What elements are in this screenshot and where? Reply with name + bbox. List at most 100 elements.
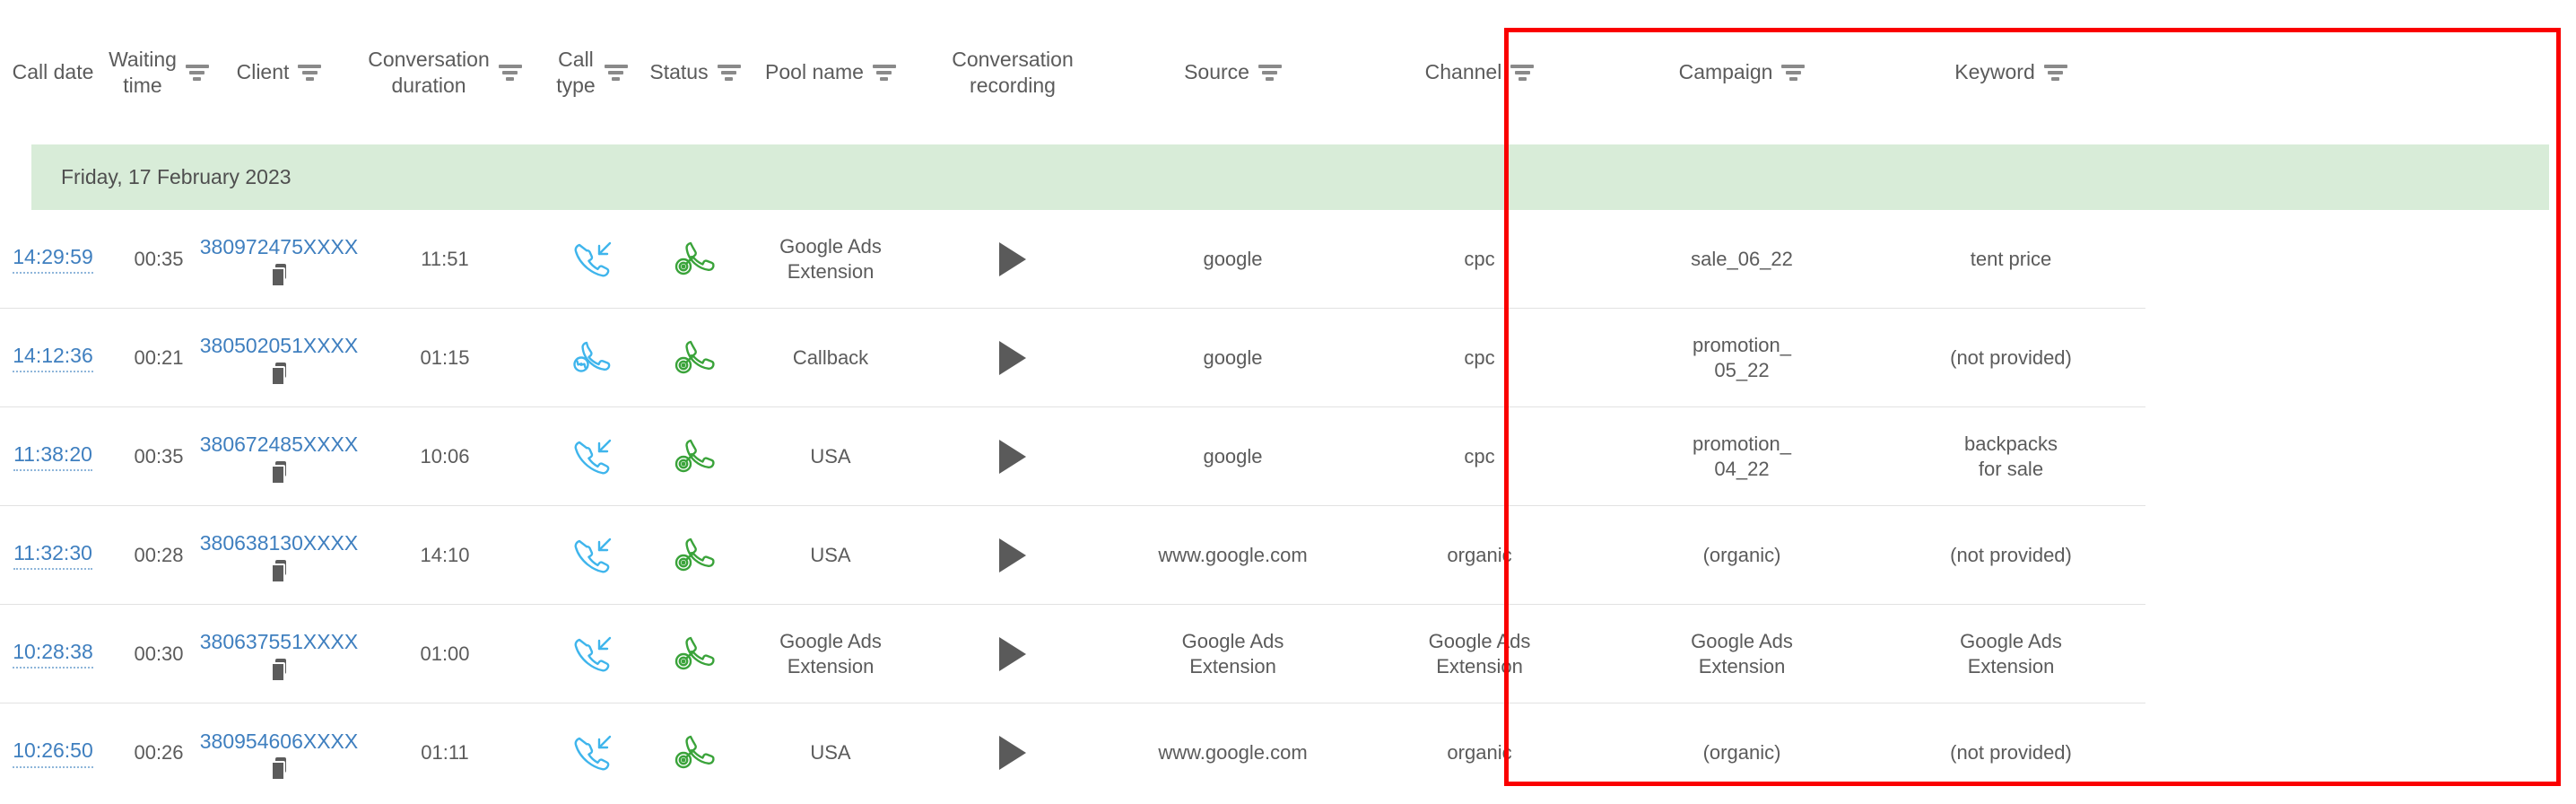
column-header-label: Pool name bbox=[765, 60, 864, 84]
filter-icon[interactable] bbox=[498, 64, 522, 81]
call-date-link[interactable]: 14:12:36 bbox=[13, 343, 93, 373]
filter-icon[interactable] bbox=[185, 64, 209, 81]
cell-source: www.google.com bbox=[1114, 704, 1352, 802]
call-date-link[interactable]: 14:29:59 bbox=[13, 244, 93, 275]
column-header-call_date[interactable]: Call date bbox=[0, 0, 106, 144]
cell-text: (not provided) bbox=[1950, 741, 2072, 765]
column-header-conversation_recording[interactable]: Conversation recording bbox=[911, 0, 1114, 144]
client-phone-number[interactable]: 380638130XXXX bbox=[200, 530, 359, 556]
column-header-label: Call type bbox=[556, 48, 596, 97]
cell-call_date: 10:26:50 bbox=[0, 704, 106, 802]
copy-icon[interactable] bbox=[271, 757, 287, 782]
cell-status bbox=[640, 506, 750, 605]
column-header-pool_name[interactable]: Pool name bbox=[750, 0, 911, 144]
play-recording-button[interactable] bbox=[999, 439, 1026, 474]
call-date-link[interactable]: 10:26:50 bbox=[13, 738, 93, 768]
cell-text: (not provided) bbox=[1950, 345, 2072, 369]
cell-text: Google Ads Extension bbox=[1691, 630, 1793, 677]
call-log-table-screen: Call date Waiting time Client Conversation … bbox=[0, 0, 2576, 804]
cell-conversation_recording[interactable] bbox=[911, 407, 1114, 506]
callback-call-icon bbox=[573, 341, 611, 372]
client-phone-number[interactable]: 380637551XXXX bbox=[200, 629, 359, 655]
copy-icon[interactable] bbox=[271, 362, 287, 386]
cell-text: google bbox=[1203, 345, 1263, 369]
call-date-link[interactable]: 10:28:38 bbox=[13, 639, 93, 669]
cell-channel: cpc bbox=[1352, 407, 1607, 506]
client-phone-number[interactable]: 380502051XXXX bbox=[200, 333, 359, 359]
play-recording-button[interactable] bbox=[999, 340, 1026, 375]
filter-icon[interactable] bbox=[1781, 64, 1806, 81]
cell-status bbox=[640, 407, 750, 506]
cell-text: organic bbox=[1447, 543, 1512, 566]
incoming-call-icon bbox=[574, 241, 612, 276]
filter-icon[interactable] bbox=[604, 64, 628, 81]
filter-icon[interactable] bbox=[717, 64, 741, 81]
cell-conversation_recording[interactable] bbox=[911, 506, 1114, 605]
cell-text: 00:35 bbox=[134, 247, 184, 270]
cell-text: promotion_ 04_22 bbox=[1692, 433, 1792, 480]
cell-text: cpc bbox=[1464, 444, 1495, 468]
cell-conversation_recording[interactable] bbox=[911, 309, 1114, 407]
cell-text: Google Ads Extension bbox=[1181, 630, 1284, 677]
column-header-waiting_time[interactable]: Waiting time bbox=[106, 0, 212, 144]
cell-client: 380672485XXXX bbox=[200, 407, 358, 506]
cell-waiting_time: 00:30 bbox=[106, 605, 212, 704]
cell-source: Google Ads Extension bbox=[1114, 605, 1352, 704]
play-recording-button[interactable] bbox=[999, 636, 1026, 671]
call-date-link[interactable]: 11:38:20 bbox=[13, 441, 92, 472]
copy-icon[interactable] bbox=[271, 658, 287, 682]
column-header-label: Client bbox=[236, 60, 290, 84]
client-phone-number[interactable]: 380672485XXXX bbox=[200, 432, 359, 458]
play-recording-button[interactable] bbox=[999, 736, 1026, 770]
cell-conversation_recording[interactable] bbox=[911, 210, 1114, 309]
cell-text: Google Ads Extension bbox=[779, 630, 882, 677]
column-header-label: Conversation recording bbox=[952, 48, 1074, 97]
cell-text: (organic) bbox=[1702, 741, 1781, 765]
column-header-status[interactable]: Status bbox=[640, 0, 750, 144]
filter-icon[interactable] bbox=[2043, 64, 2067, 81]
cell-text: (organic) bbox=[1702, 543, 1781, 566]
filter-icon[interactable] bbox=[1510, 64, 1535, 81]
cell-campaign: sale_06_22 bbox=[1607, 210, 1876, 309]
copy-icon[interactable] bbox=[271, 263, 287, 287]
cell-client: 380954606XXXX bbox=[200, 704, 358, 802]
filter-icon[interactable] bbox=[298, 64, 322, 81]
copy-icon[interactable] bbox=[271, 460, 287, 485]
cell-waiting_time: 00:28 bbox=[106, 506, 212, 605]
column-header-conversation_duration[interactable]: Conversation duration bbox=[346, 0, 544, 144]
call-date-link[interactable]: 11:32:30 bbox=[13, 540, 92, 571]
cell-call_type bbox=[544, 704, 640, 802]
client-phone-number[interactable]: 380972475XXXX bbox=[200, 234, 359, 260]
column-header-client[interactable]: Client bbox=[212, 0, 346, 144]
play-recording-button[interactable] bbox=[999, 241, 1026, 276]
cell-call_date: 14:12:36 bbox=[0, 309, 106, 407]
client-phone-number[interactable]: 380954606XXXX bbox=[200, 729, 359, 755]
cell-status bbox=[640, 309, 750, 407]
cell-waiting_time: 00:35 bbox=[106, 210, 212, 309]
cell-call_type bbox=[544, 309, 640, 407]
incoming-call-icon bbox=[574, 735, 612, 771]
filter-icon[interactable] bbox=[872, 64, 896, 81]
cell-source: www.google.com bbox=[1114, 506, 1352, 605]
cell-conversation_duration: 10:06 bbox=[346, 407, 544, 506]
cell-text: USA bbox=[810, 444, 851, 468]
target-call-status-icon bbox=[674, 537, 715, 571]
column-header-source[interactable]: Source bbox=[1114, 0, 1352, 144]
play-recording-button[interactable] bbox=[999, 537, 1026, 572]
filter-icon[interactable] bbox=[1258, 64, 1282, 81]
copy-icon[interactable] bbox=[271, 559, 287, 583]
incoming-call-icon bbox=[574, 537, 612, 572]
column-header-channel[interactable]: Channel bbox=[1352, 0, 1607, 144]
cell-conversation_duration: 01:15 bbox=[346, 309, 544, 407]
column-header-keyword[interactable]: Keyword bbox=[1876, 0, 2145, 144]
cell-text: 01:00 bbox=[420, 642, 470, 665]
cell-text: 00:28 bbox=[134, 543, 184, 566]
column-header-campaign[interactable]: Campaign bbox=[1607, 0, 1876, 144]
target-call-status-icon bbox=[674, 439, 715, 472]
column-header-call_type[interactable]: Call type bbox=[544, 0, 640, 144]
cell-conversation_recording[interactable] bbox=[911, 704, 1114, 802]
cell-text: Google Ads Extension bbox=[1428, 630, 1531, 677]
cell-conversation_recording[interactable] bbox=[911, 605, 1114, 704]
cell-text: google bbox=[1203, 444, 1263, 468]
column-header-label: Status bbox=[649, 60, 709, 84]
